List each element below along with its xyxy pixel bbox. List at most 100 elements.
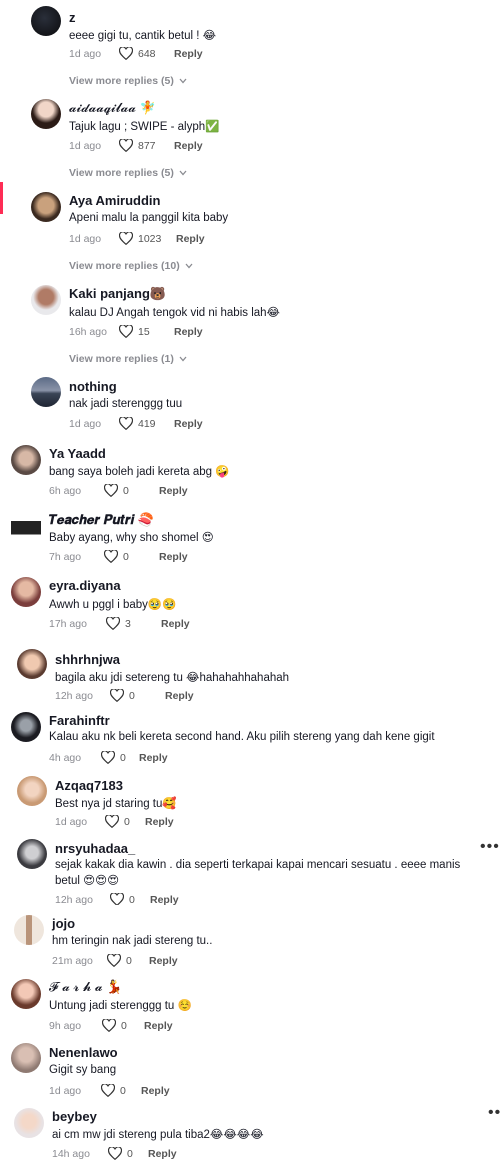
comment-item: z eeee gigi tu, cantik betul ! 😂 1d ago … [0, 0, 500, 95]
chevron-down-icon [185, 263, 193, 269]
timestamp: 9h ago [49, 1019, 82, 1032]
reply-button[interactable]: Reply [174, 140, 203, 152]
avatar[interactable] [11, 712, 41, 742]
like-count: 0 [129, 893, 135, 906]
avatar[interactable] [31, 6, 61, 36]
comment-meta: 17h ago 3 Reply [49, 617, 190, 630]
username[interactable]: shhrhnjwa [55, 652, 120, 667]
heart-icon [119, 417, 133, 430]
comment-text: Tajuk lagu ; SWIPE - alyph✅ [69, 121, 220, 133]
heart-icon [104, 484, 118, 497]
heart-icon [110, 689, 124, 702]
like-button[interactable]: 648 [119, 47, 174, 60]
reply-button[interactable]: Reply [161, 618, 190, 630]
username[interactable]: Ya Yaadd [49, 446, 106, 461]
view-more-replies[interactable]: View more replies (5) [69, 75, 187, 87]
like-button[interactable]: 877 [119, 139, 174, 152]
username[interactable]: jojo [52, 916, 75, 931]
like-button[interactable]: 0 [104, 484, 159, 497]
avatar[interactable] [31, 285, 61, 315]
comment-meta: 1d ago 1023 Reply [69, 232, 205, 245]
comment-text: Gigit sy bang [49, 1064, 117, 1076]
comment-item: nothing nak jadi sterenggg tuu 1d ago 41… [0, 374, 500, 442]
like-button[interactable]: 0 [105, 815, 145, 828]
like-count: 648 [138, 47, 156, 60]
comment-item: Azqaq7183 Best nya jd staring tu🥰 1d ago… [0, 772, 500, 836]
comment-text: bagila aku jdi setereng tu 😂hahahahhahah… [55, 672, 290, 684]
comment-meta: 1d ago 648 Reply [69, 47, 203, 60]
reply-button[interactable]: Reply [150, 894, 179, 906]
comment-meta: 1d ago 877 Reply [69, 139, 203, 152]
avatar[interactable] [17, 649, 47, 679]
avatar[interactable] [14, 915, 44, 945]
like-button[interactable]: 0 [102, 1019, 144, 1032]
like-button[interactable]: 15 [119, 325, 174, 338]
more-options-button[interactable]: ••• [480, 838, 500, 856]
like-button[interactable]: 0 [104, 550, 159, 563]
timestamp: 1d ago [69, 417, 102, 430]
like-count: 419 [138, 417, 156, 430]
avatar[interactable] [11, 512, 41, 542]
like-button[interactable]: 0 [108, 1147, 148, 1160]
reply-button[interactable]: Reply [159, 551, 188, 563]
heart-icon [105, 815, 119, 828]
like-button[interactable]: 1023 [119, 232, 176, 245]
reply-button[interactable]: Reply [149, 955, 178, 967]
reply-button[interactable]: Reply [144, 1020, 173, 1032]
comment-text: Untung jadi sterenggg tu ☺️ [49, 1000, 192, 1012]
like-count: 877 [138, 139, 156, 152]
like-button[interactable]: 0 [101, 751, 139, 764]
username[interactable]: 𝑻𝒆𝒂𝒄𝒉𝒆𝒓 𝑷𝒖𝒕𝒓𝒊 🍣 [49, 512, 154, 528]
avatar[interactable] [31, 192, 61, 222]
avatar[interactable] [31, 99, 61, 129]
view-more-replies[interactable]: View more replies (10) [69, 260, 193, 272]
username[interactable]: Nenenlawo [49, 1045, 118, 1060]
like-count: 15 [138, 325, 150, 338]
avatar[interactable] [11, 1043, 41, 1073]
reply-button[interactable]: Reply [141, 1085, 170, 1097]
avatar[interactable] [14, 1108, 44, 1138]
reply-button[interactable]: Reply [145, 816, 174, 828]
chevron-down-icon [179, 356, 187, 362]
username[interactable]: z [69, 10, 76, 25]
reply-button[interactable]: Reply [174, 48, 203, 60]
like-button[interactable]: 0 [110, 893, 150, 905]
comment-meta: 1d ago 0 Reply [55, 815, 174, 828]
comment-meta: 1d ago 419 Reply [69, 417, 203, 430]
like-button[interactable]: 0 [107, 954, 149, 967]
reply-button[interactable]: Reply [165, 690, 194, 702]
like-count: 0 [123, 550, 129, 563]
chevron-down-icon [179, 78, 187, 84]
reply-button[interactable]: Reply [159, 485, 188, 497]
avatar[interactable] [11, 979, 41, 1009]
username[interactable]: 𝓕 𝓪 𝓻 𝓱 𝓪 💃 [49, 979, 122, 995]
reply-button[interactable]: Reply [148, 1148, 177, 1160]
avatar[interactable] [11, 577, 41, 607]
username[interactable]: Kaki panjang🐻 [69, 286, 166, 302]
username[interactable]: eyra.diyana [49, 578, 121, 593]
like-button[interactable]: 0 [101, 1084, 141, 1097]
username[interactable]: nrsyuhadaa_ [55, 841, 135, 856]
avatar[interactable] [17, 839, 47, 869]
view-more-replies[interactable]: View more replies (1) [69, 353, 187, 365]
like-button[interactable]: 0 [110, 689, 165, 702]
like-button[interactable]: 419 [119, 417, 174, 430]
username[interactable]: beybey [52, 1109, 97, 1124]
username[interactable]: Aya Amiruddin [69, 193, 161, 208]
username[interactable]: Farahinftr [49, 713, 110, 728]
username[interactable]: Azqaq7183 [55, 778, 123, 793]
avatar[interactable] [11, 445, 41, 475]
reply-button[interactable]: Reply [174, 326, 203, 338]
avatar[interactable] [31, 377, 61, 407]
like-button[interactable]: 3 [106, 617, 161, 630]
reply-button[interactable]: Reply [176, 233, 205, 245]
heart-icon [101, 1084, 115, 1097]
username[interactable]: nothing [69, 379, 117, 394]
username[interactable]: 𝓪𝓲𝓭𝓪𝓪𝓺𝓲𝓵𝓪𝓪 🧚 [69, 100, 156, 116]
reply-button[interactable]: Reply [139, 752, 168, 764]
comment-item: eyra.diyana Awwh u pggl i baby🥹🥹 17h ago… [0, 574, 500, 642]
reply-button[interactable]: Reply [174, 418, 203, 430]
avatar[interactable] [17, 776, 47, 806]
view-more-replies[interactable]: View more replies (5) [69, 167, 187, 179]
more-options-button[interactable]: ••• [488, 1104, 500, 1122]
